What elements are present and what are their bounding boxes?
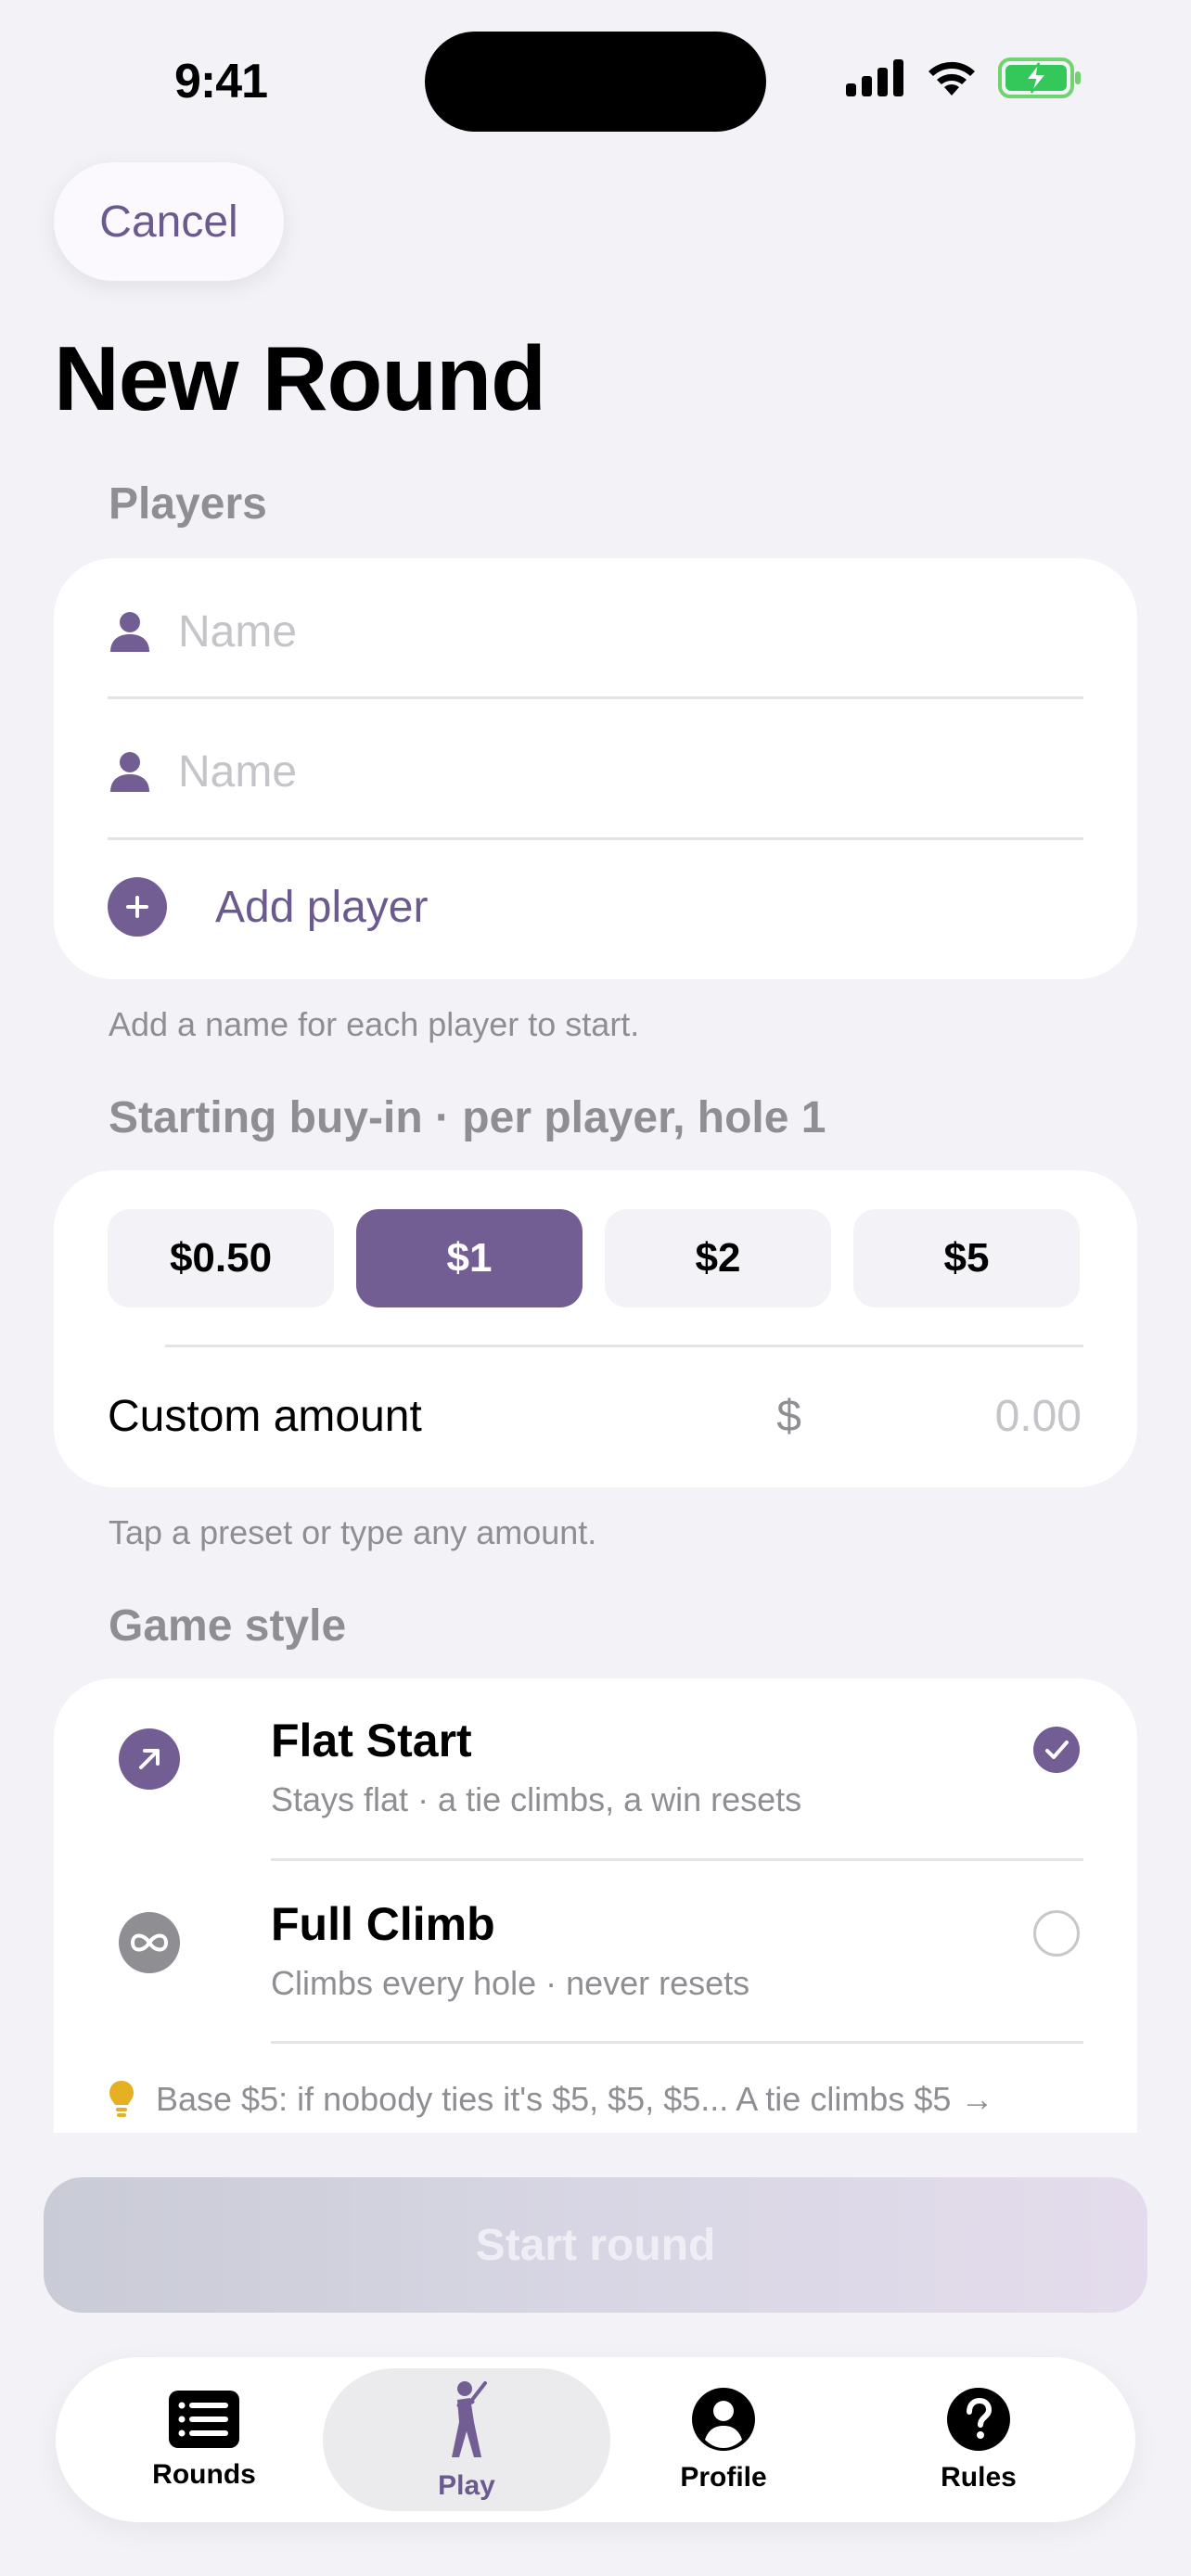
golfer-icon <box>452 2381 487 2457</box>
status-icons <box>846 57 1082 98</box>
currency-symbol: $ <box>776 1391 801 1441</box>
battery-charging-icon <box>998 57 1081 98</box>
preset-1-button[interactable]: $1 <box>356 1209 583 1307</box>
person-circle-icon <box>692 2388 755 2451</box>
tab-rules[interactable]: Rules <box>914 2357 1044 2522</box>
status-time: 9:41 <box>174 55 268 108</box>
game-style-hint: Base $5: if nobody ties it's $5, $5, $5.… <box>108 2079 993 2120</box>
game-style-card: Flat Start Stays flat · a tie climbs, a … <box>54 1678 1137 2198</box>
plus-circle-icon <box>108 877 167 937</box>
buyin-presets: $0.50 $1 $2 $5 <box>108 1209 1080 1307</box>
tab-label: Rules <box>941 2462 1017 2493</box>
player-1-name-input[interactable] <box>178 606 1083 657</box>
buyin-footnote: Tap a preset or type any amount. <box>109 1513 597 1551</box>
tab-label: Profile <box>680 2462 767 2493</box>
checkmark-icon <box>1033 1727 1080 1773</box>
style-option-flat-start[interactable]: Flat Start Stays flat · a tie climbs, a … <box>108 1690 1083 1829</box>
page-title: New Round <box>54 327 546 429</box>
divider <box>108 837 1083 840</box>
player-2-row <box>108 702 1083 841</box>
style-option-full-climb[interactable]: Full Climb Climbs every hole · never res… <box>108 1873 1083 2012</box>
signal-icon <box>846 59 903 96</box>
players-card: Add player <box>54 558 1137 979</box>
start-round-button[interactable]: Start round <box>44 2177 1147 2313</box>
add-player-label: Add player <box>215 882 429 932</box>
wifi-icon <box>928 61 975 96</box>
style-title: Full Climb <box>271 1898 495 1950</box>
player-1-row <box>108 562 1083 701</box>
tab-profile[interactable]: Profile <box>659 2357 788 2522</box>
divider <box>271 2041 1083 2044</box>
players-footnote: Add a name for each player to start. <box>109 1005 640 1043</box>
buyin-section-header: Starting buy-in · per player, hole 1 <box>109 1093 826 1142</box>
game-style-section-header: Game style <box>109 1601 347 1651</box>
style-subtitle: Stays flat · a tie climbs, a win resets <box>271 1780 802 1818</box>
tab-label: Play <box>438 2470 495 2501</box>
arrow-up-right-icon <box>119 1728 180 1790</box>
dynamic-island <box>425 32 766 132</box>
style-title: Flat Start <box>271 1715 472 1766</box>
add-player-button[interactable]: Add player <box>108 861 428 953</box>
tab-label: Rounds <box>152 2459 256 2490</box>
preset-050-button[interactable]: $0.50 <box>108 1209 334 1307</box>
tab-rounds[interactable]: Rounds <box>139 2357 269 2522</box>
custom-amount-label: Custom amount <box>108 1391 422 1441</box>
person-icon <box>108 747 152 796</box>
players-section-header: Players <box>109 479 267 529</box>
player-2-name-input[interactable] <box>178 746 1083 797</box>
cancel-button[interactable]: Cancel <box>54 162 284 281</box>
radio-unselected-icon <box>1033 1910 1080 1957</box>
person-icon <box>108 607 152 656</box>
tab-bar: Rounds Play Profile Rules <box>56 2357 1135 2522</box>
list-icon <box>169 2391 239 2448</box>
lightbulb-icon <box>109 2081 134 2117</box>
custom-amount-row: Custom amount $ <box>108 1346 1083 1486</box>
preset-5-button[interactable]: $5 <box>853 1209 1080 1307</box>
infinity-icon <box>119 1912 180 1973</box>
buyin-card: $0.50 $1 $2 $5 Custom amount $ <box>54 1170 1137 1487</box>
style-subtitle: Climbs every hole · never resets <box>271 1964 750 2002</box>
question-circle-icon <box>947 2388 1010 2451</box>
divider <box>271 1858 1083 1861</box>
tab-play[interactable]: Play <box>323 2368 610 2511</box>
hint-text: Base $5: if nobody ties it's $5, $5, $5.… <box>156 2080 994 2118</box>
preset-2-button[interactable]: $2 <box>605 1209 831 1307</box>
custom-amount-input[interactable] <box>839 1389 1083 1443</box>
divider <box>108 696 1083 699</box>
